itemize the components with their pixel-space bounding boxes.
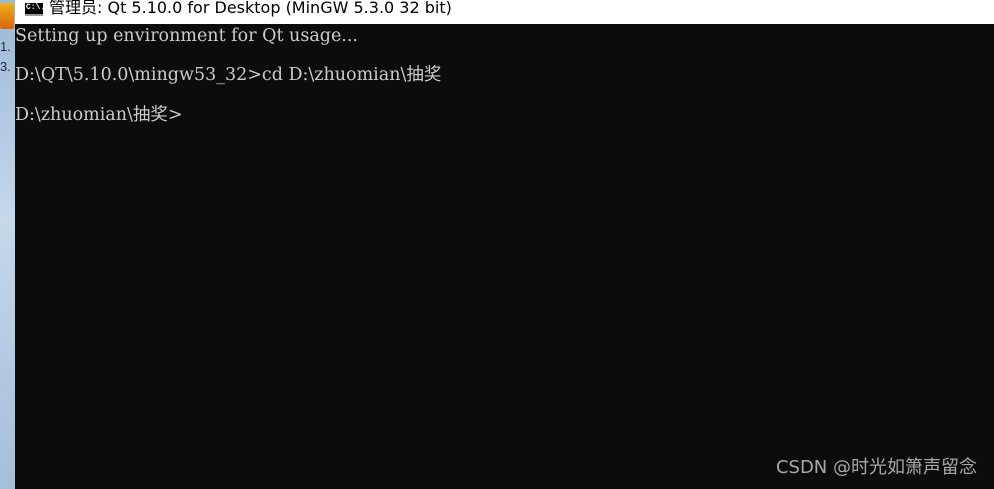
desktop-background: 1. 3. bbox=[0, 0, 15, 489]
desktop-app-icon[interactable] bbox=[0, 3, 14, 29]
desktop-label: 3. bbox=[0, 59, 11, 74]
watermark: CSDN @时光如箫声留念 bbox=[775, 457, 977, 478]
console-prompt-line: D:\zhuomian\抽奖> bbox=[15, 105, 183, 125]
console-output[interactable]: Setting up environment for Qt usage... D… bbox=[15, 24, 994, 489]
console-line: D:\QT\5.10.0\mingw53_32>cd D:\zhuomian\抽… bbox=[15, 65, 442, 85]
title-bar[interactable]: C:\. 管理员: Qt 5.10.0 for Desktop (MinGW 5… bbox=[15, 0, 994, 24]
desktop-label: 1. bbox=[0, 39, 11, 54]
console-icon[interactable]: C:\. bbox=[25, 3, 46, 16]
console-line: Setting up environment for Qt usage... bbox=[15, 26, 358, 46]
console-icon-text: C:\. bbox=[26, 3, 46, 12]
window-title: 管理员: Qt 5.10.0 for Desktop (MinGW 5.3.0 … bbox=[49, 0, 452, 17]
